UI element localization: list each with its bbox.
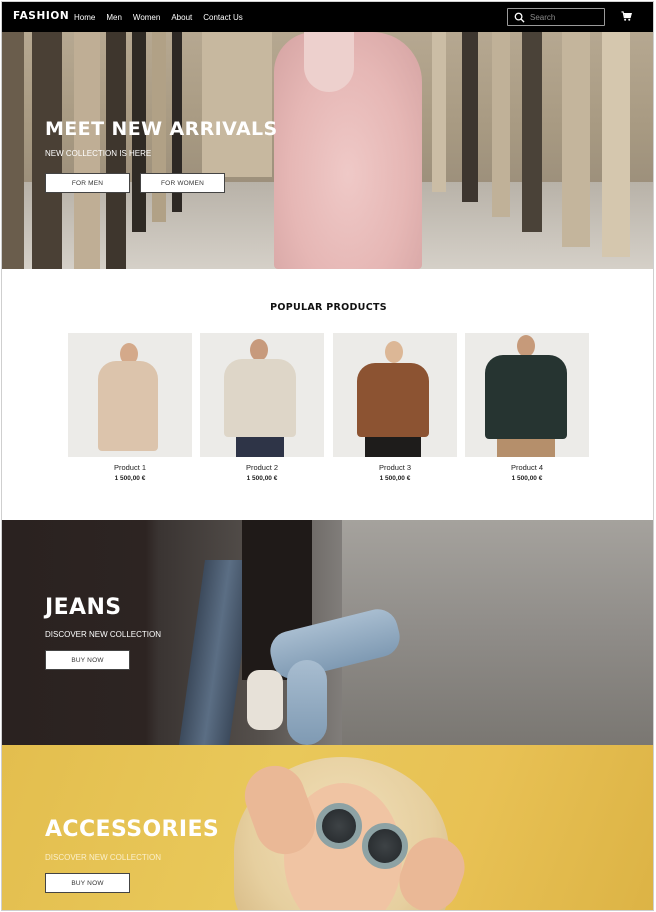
hero-column [602, 32, 630, 257]
product-name: Product 3 [378, 463, 412, 472]
hero-column [492, 32, 510, 217]
model-jeans [236, 437, 284, 457]
search-box [507, 8, 605, 26]
product-name: Product 4 [510, 463, 544, 472]
jeans-shoe [247, 670, 283, 730]
model-sweater [98, 361, 158, 451]
product-price: 1 500,00 € [511, 475, 543, 482]
model-sweater [357, 363, 429, 437]
nav-link-about[interactable]: About [171, 13, 192, 22]
product-price: 1 500,00 € [379, 475, 411, 482]
product-name: Product 2 [245, 463, 279, 472]
hero-banner: MEET NEW ARRIVALS NEW COLLECTION IS HERE… [2, 32, 653, 269]
product-image [68, 333, 192, 457]
popular-products-title: POPULAR PRODUCTS [270, 302, 387, 313]
hero-subtitle: NEW COLLECTION IS HERE [45, 149, 152, 158]
model-turtleneck [485, 355, 567, 439]
hero-column [462, 32, 478, 202]
product-name: Product 1 [113, 463, 147, 472]
hero-column [432, 32, 446, 192]
nav-link-contact[interactable]: Contact Us [203, 13, 243, 22]
hero-column [522, 32, 542, 232]
product-image [333, 333, 457, 457]
hero-column [2, 32, 24, 269]
product-price: 1 500,00 € [114, 475, 146, 482]
search-icon[interactable] [514, 12, 525, 23]
accessories-title: ACCESSORIES [45, 817, 220, 842]
model-head [385, 341, 403, 363]
product-card[interactable]: Product 1 1 500,00 € [68, 333, 192, 482]
jeans-buy-now-button[interactable]: BUY NOW [45, 650, 130, 670]
nav-links: Home Men Women About Contact Us [74, 2, 243, 32]
jeans-leg [287, 660, 327, 745]
for-women-button[interactable]: FOR WOMEN [140, 173, 225, 193]
model-pants [365, 437, 421, 457]
accessories-subtitle: DISCOVER NEW COLLECTION [45, 853, 162, 862]
product-image [465, 333, 589, 457]
navbar: FASHION Home Men Women About Contact Us [2, 2, 653, 32]
cart-icon[interactable] [621, 11, 632, 22]
sunglasses-lens-right [362, 823, 408, 869]
model-head [250, 339, 268, 361]
hero-column [202, 32, 272, 177]
product-image [200, 333, 324, 457]
hero-model [274, 32, 422, 269]
logo[interactable]: FASHION [13, 10, 69, 22]
product-card[interactable]: Product 2 1 500,00 € [200, 333, 324, 482]
model-cardigan [224, 359, 296, 437]
accessories-banner: ACCESSORIES DISCOVER NEW COLLECTION BUY … [2, 745, 653, 910]
jeans-title: JEANS [45, 595, 122, 620]
page: FASHION Home Men Women About Contact Us [1, 1, 654, 911]
nav-link-women[interactable]: Women [133, 13, 160, 22]
hero-title: MEET NEW ARRIVALS [45, 118, 278, 140]
nav-link-men[interactable]: Men [106, 13, 122, 22]
hero-column [562, 32, 590, 247]
search-input[interactable] [530, 10, 602, 24]
accessories-buy-now-button[interactable]: BUY NOW [45, 873, 130, 893]
jeans-subtitle: DISCOVER NEW COLLECTION [45, 630, 162, 639]
model-head [517, 335, 535, 357]
model-pants [497, 439, 555, 457]
product-price: 1 500,00 € [246, 475, 278, 482]
for-men-button[interactable]: FOR MEN [45, 173, 130, 193]
sunglasses-lens-left [316, 803, 362, 849]
product-card[interactable]: Product 3 1 500,00 € [333, 333, 457, 482]
product-card[interactable]: Product 4 1 500,00 € [465, 333, 589, 482]
jeans-banner: JEANS DISCOVER NEW COLLECTION BUY NOW [2, 520, 653, 745]
nav-link-home[interactable]: Home [74, 13, 95, 22]
